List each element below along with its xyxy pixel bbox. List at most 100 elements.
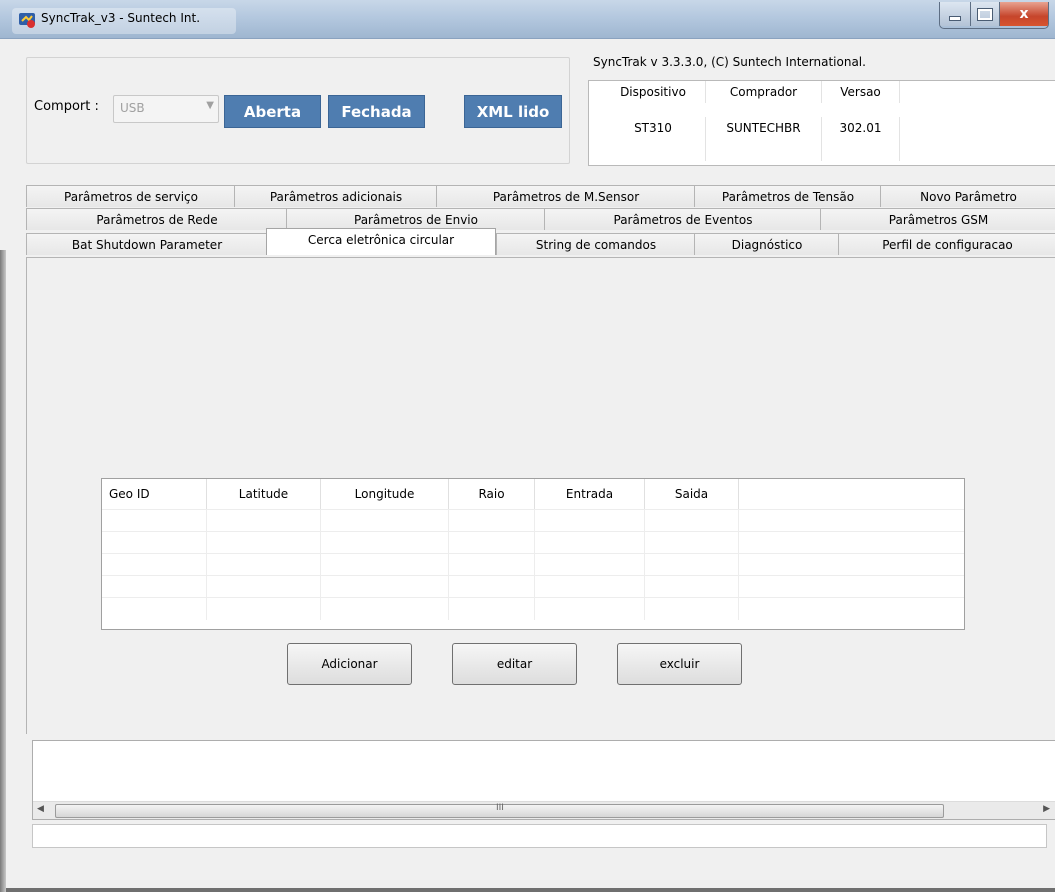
table-row[interactable] — [102, 553, 964, 576]
comport-label: Comport : — [34, 99, 99, 114]
table-row[interactable]: ST310 SUNTECHBR 302.01 — [589, 117, 1055, 139]
column-header-latitude[interactable]: Latitude — [207, 479, 321, 509]
cell — [207, 598, 321, 620]
comport-selected-value: USB — [120, 101, 145, 115]
column-header-geo-id[interactable]: Geo ID — [102, 479, 207, 509]
cell — [645, 598, 739, 620]
version-text: SyncTrak v 3.3.3.0, (C) Suntech Internat… — [593, 55, 866, 69]
cell — [535, 532, 645, 554]
cell — [321, 532, 449, 554]
window-controls: x — [939, 2, 1049, 29]
minimize-icon — [949, 15, 961, 21]
geofence-table: Geo ID Latitude Longitude Raio Entrada S… — [101, 478, 965, 630]
tab-parametros-adicionais[interactable]: Parâmetros adicionais — [234, 185, 438, 207]
aberta-button[interactable]: Aberta — [224, 95, 321, 128]
column-header-dispositivo: Dispositivo — [601, 81, 706, 103]
cell — [645, 554, 739, 576]
column-header-saida[interactable]: Saida — [645, 479, 739, 509]
tab-row-3: Bat Shutdown Parameter Cerca eletrônica … — [26, 228, 1055, 256]
status-field[interactable] — [32, 824, 1047, 848]
cell — [207, 576, 321, 598]
cell — [449, 532, 535, 554]
cell — [102, 510, 207, 532]
tab-parametros-eventos[interactable]: Parâmetros de Eventos — [544, 208, 822, 230]
tab-parametros-rede[interactable]: Parâmetros de Rede — [26, 208, 288, 230]
cell — [207, 532, 321, 554]
column-header-entrada[interactable]: Entrada — [535, 479, 645, 509]
empty-cell — [706, 139, 822, 161]
comport-select[interactable]: USB ▼ — [113, 95, 219, 123]
scrollbar-thumb[interactable]: III — [55, 803, 944, 818]
table-row — [589, 139, 1055, 161]
cell — [321, 510, 449, 532]
tab-parametros-msensor[interactable]: Parâmetros de M.Sensor — [436, 185, 696, 207]
tab-parametros-servico[interactable]: Parâmetros de serviço — [26, 185, 236, 207]
cell — [102, 598, 207, 620]
cell — [645, 532, 739, 554]
cell — [449, 598, 535, 620]
chevron-down-icon[interactable]: ▼ — [206, 100, 214, 111]
cell — [102, 532, 207, 554]
cell — [535, 510, 645, 532]
cell — [535, 554, 645, 576]
cell — [645, 510, 739, 532]
tab-diagnostico[interactable]: Diagnóstico — [694, 233, 840, 255]
excluir-button[interactable]: excluir — [617, 643, 742, 685]
cell — [207, 554, 321, 576]
cell — [102, 554, 207, 576]
close-icon: x — [1019, 6, 1029, 22]
cell — [321, 598, 449, 620]
maximize-icon — [977, 7, 993, 21]
table-row[interactable] — [102, 597, 964, 620]
column-header-comprador: Comprador — [706, 81, 822, 103]
table-row[interactable] — [102, 509, 964, 532]
cell — [321, 554, 449, 576]
cell — [207, 510, 321, 532]
horizontal-scrollbar[interactable]: ◀ III ▶ — [33, 801, 1055, 819]
tab-cerca-eletronica[interactable]: Cerca eletrônica circular — [266, 228, 496, 255]
window-bottom-border — [6, 888, 1055, 892]
tab-parametros-gsm[interactable]: Parâmetros GSM — [820, 208, 1055, 230]
device-table-header: Dispositivo Comprador Versao — [589, 81, 1055, 103]
cell — [449, 576, 535, 598]
adicionar-button[interactable]: Adicionar — [287, 643, 412, 685]
cell — [321, 576, 449, 598]
tab-parametros-envio[interactable]: Parâmetros de Envio — [286, 208, 546, 230]
device-cell: ST310 — [601, 117, 706, 139]
version-cell: 302.01 — [822, 117, 900, 139]
column-header-longitude[interactable]: Longitude — [321, 479, 449, 509]
fechada-button[interactable]: Fechada — [328, 95, 425, 128]
title-bar[interactable]: SyncTrak_v3 - Suntech Int. x — [0, 0, 1055, 39]
table-row[interactable] — [102, 575, 964, 598]
editar-button[interactable]: editar — [452, 643, 577, 685]
geofence-table-header: Geo ID Latitude Longitude Raio Entrada S… — [102, 479, 964, 509]
cell — [645, 576, 739, 598]
scroll-right-icon[interactable]: ▶ — [1043, 804, 1050, 814]
cell — [449, 510, 535, 532]
minimize-button[interactable] — [940, 2, 971, 26]
cell — [449, 554, 535, 576]
maximize-button[interactable] — [971, 2, 1000, 26]
column-header-raio[interactable]: Raio — [449, 479, 535, 509]
buyer-cell: SUNTECHBR — [706, 117, 822, 139]
cell — [535, 598, 645, 620]
log-output[interactable]: ◀ III ▶ — [32, 740, 1055, 820]
device-info-table: Dispositivo Comprador Versao ST310 SUNTE… — [588, 80, 1055, 166]
app-icon — [19, 13, 35, 28]
scroll-left-icon[interactable]: ◀ — [37, 804, 44, 814]
tab-novo-parametro[interactable]: Novo Parâmetro — [880, 185, 1055, 207]
tab-perfil-configuracao[interactable]: Perfil de configuracao — [838, 233, 1055, 255]
table-row[interactable] — [102, 531, 964, 554]
xml-lido-button[interactable]: XML lido — [464, 95, 562, 128]
close-button[interactable]: x — [1000, 2, 1048, 26]
tab-string-comandos[interactable]: String de comandos — [496, 233, 696, 255]
window-border — [0, 250, 6, 892]
cell — [535, 576, 645, 598]
app-window: SyncTrak_v3 - Suntech Int. x Comport : U… — [0, 0, 1055, 892]
tab-row-1: Parâmetros de serviço Parâmetros adicion… — [26, 185, 1055, 208]
tab-bat-shutdown[interactable]: Bat Shutdown Parameter — [26, 233, 268, 255]
empty-cell — [822, 139, 900, 161]
empty-cell — [601, 139, 706, 161]
window-title: SyncTrak_v3 - Suntech Int. — [41, 11, 201, 25]
tab-parametros-tensao[interactable]: Parâmetros de Tensão — [694, 185, 882, 207]
